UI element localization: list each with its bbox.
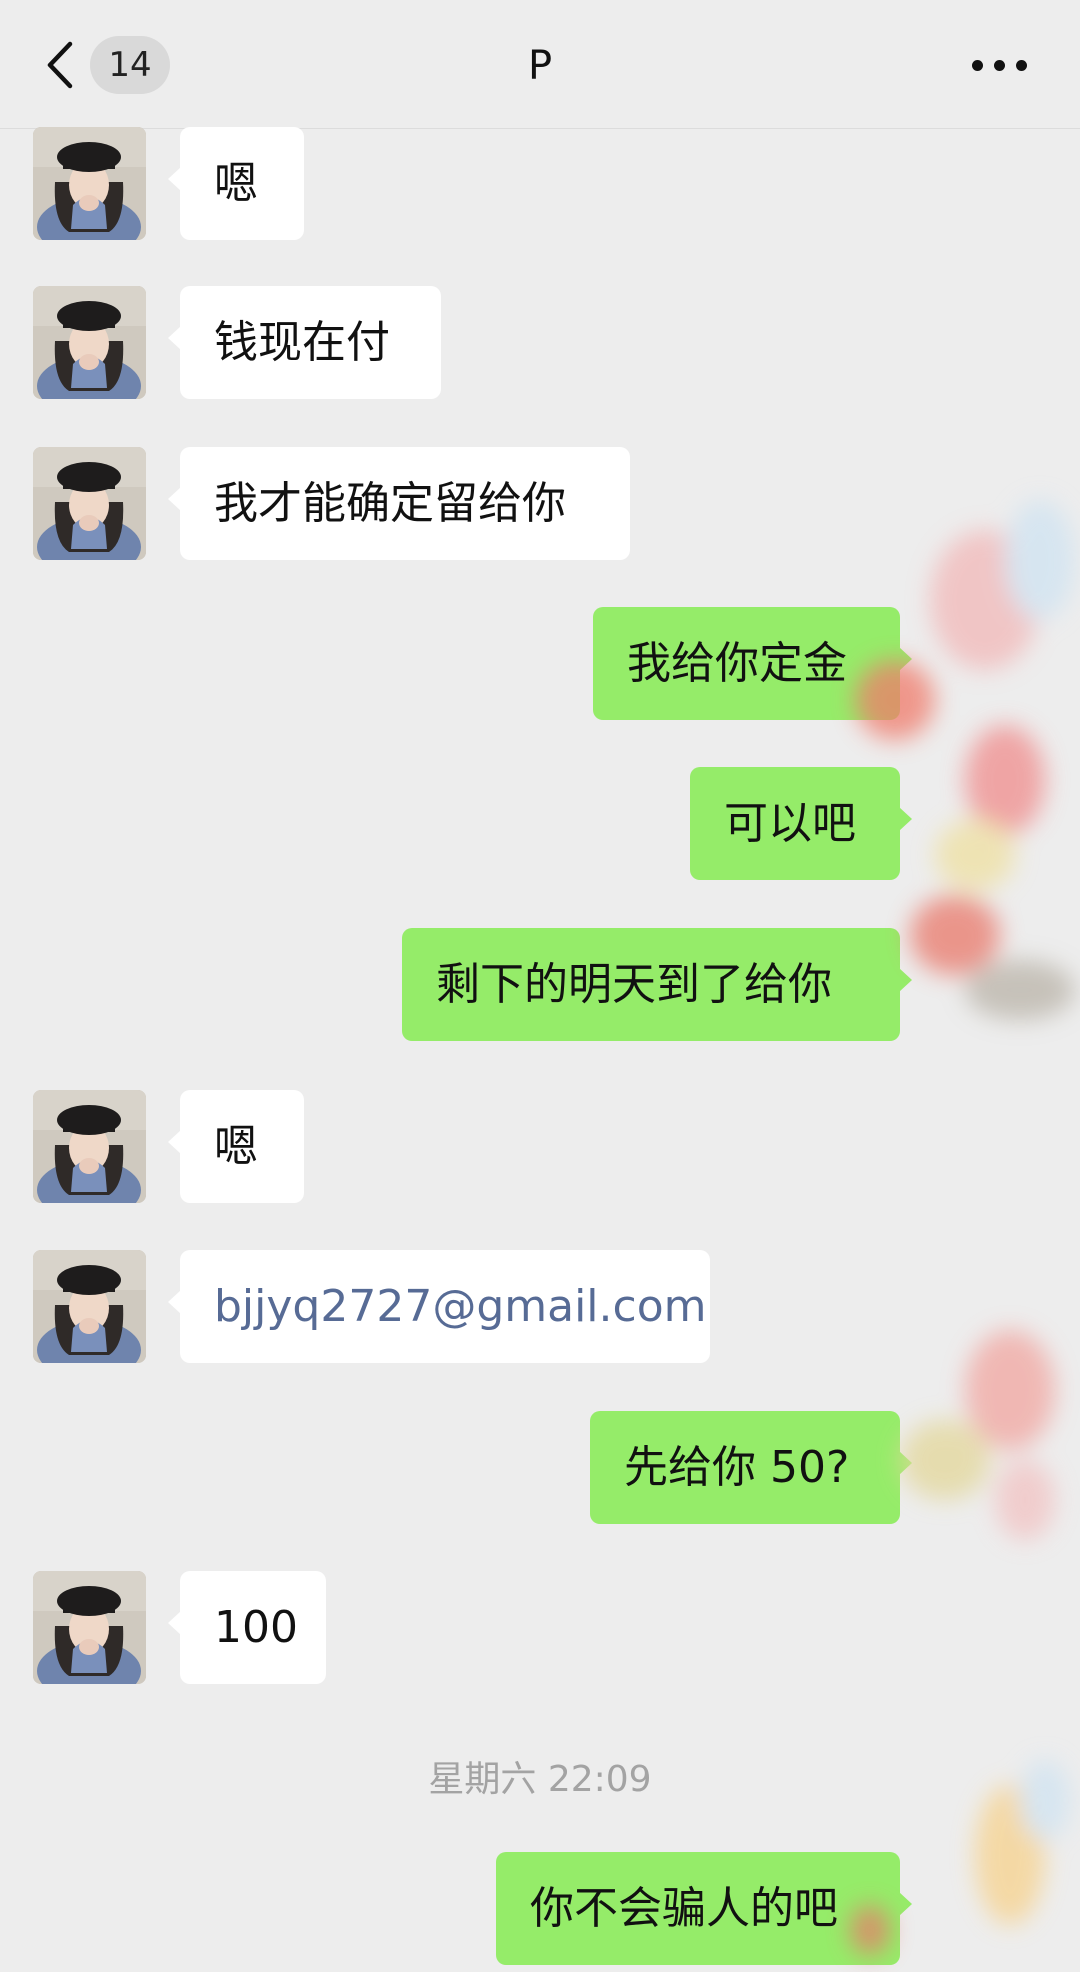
contact-avatar[interactable] bbox=[33, 286, 146, 399]
contact-avatar[interactable] bbox=[33, 447, 146, 560]
message-bubble-outgoing[interactable]: 先给你 50? bbox=[590, 1411, 912, 1524]
message-bubble-outgoing[interactable]: 我给你定金 bbox=[593, 607, 912, 720]
message-bubble-incoming[interactable]: 我才能确定留给你 bbox=[168, 447, 630, 560]
message-bubble-outgoing[interactable]: 剩下的明天到了给你 bbox=[402, 928, 912, 1041]
message-bubble-incoming-email[interactable]: bjjyq2727@gmail.com bbox=[168, 1250, 710, 1363]
chevron-left-icon bbox=[47, 41, 73, 89]
message-bubble-outgoing[interactable]: 可以吧 bbox=[690, 767, 912, 880]
back-button[interactable] bbox=[40, 40, 84, 90]
more-dots-icon bbox=[972, 60, 983, 71]
message-bubble-incoming[interactable]: 100 bbox=[168, 1571, 326, 1684]
more-button[interactable] bbox=[972, 56, 1028, 72]
contact-avatar[interactable] bbox=[33, 1250, 146, 1363]
message-bubble-outgoing[interactable]: 你不会骗人的吧 bbox=[496, 1852, 912, 1965]
message-bubble-incoming[interactable]: 嗯 bbox=[168, 127, 304, 240]
message-bubble-incoming[interactable]: 钱现在付 bbox=[168, 286, 441, 399]
contact-avatar[interactable] bbox=[33, 1090, 146, 1203]
unread-count-badge[interactable]: 14 bbox=[90, 36, 170, 94]
message-timestamp: 星期六 22:09 bbox=[428, 1759, 652, 1800]
contact-avatar[interactable] bbox=[33, 1571, 146, 1684]
contact-avatar[interactable] bbox=[33, 127, 146, 240]
chat-title: P bbox=[527, 43, 553, 89]
message-bubble-incoming[interactable]: 嗯 bbox=[168, 1090, 304, 1203]
chat-header: 14 P bbox=[0, 0, 1080, 129]
